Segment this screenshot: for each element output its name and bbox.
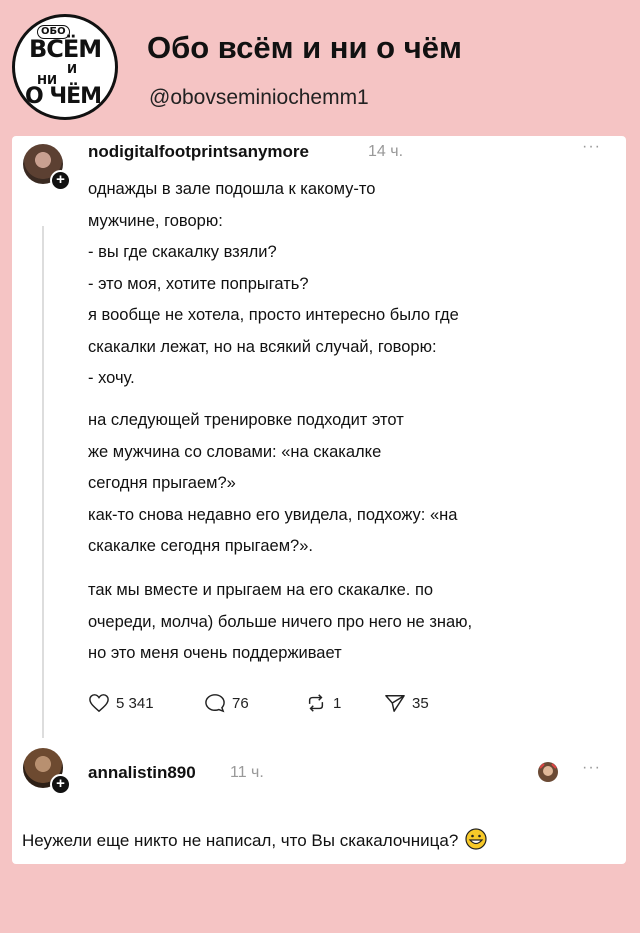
reply-time: 11 ч. xyxy=(230,764,264,781)
comment-button[interactable]: 76 xyxy=(204,693,249,713)
post-paragraph-3: так мы вместе и прыгаем на его скакалке.… xyxy=(88,581,473,662)
comment-icon xyxy=(205,694,225,713)
repost-button[interactable]: 1 xyxy=(305,693,341,713)
follow-plus-icon[interactable]: + xyxy=(50,170,71,191)
logo-text-3: И xyxy=(67,62,78,76)
post-more-icon[interactable]: ··· xyxy=(582,138,601,156)
repost-count: 1 xyxy=(333,694,342,712)
channel-header: ОБО ВСЁМ И НИ О ЧЁМ Обо всём и ни о чём … xyxy=(0,0,640,135)
post-body-3: так мы вместе и прыгаем на его скакалке.… xyxy=(88,575,618,670)
channel-handle[interactable]: @obovseminiochemm1 xyxy=(149,86,369,110)
logo-text-2: ВСЁМ xyxy=(29,35,102,63)
reply-follow-plus-icon[interactable]: + xyxy=(50,774,71,795)
post-time: 14 ч. xyxy=(368,143,404,160)
reply-sticker-icon xyxy=(536,760,560,789)
logo-text-5: О ЧЁМ xyxy=(25,84,102,109)
grinning-emoji-icon xyxy=(465,828,487,855)
share-count: 35 xyxy=(412,694,429,712)
post-paragraph-1: однажды в зале подошла к какому-то мужчи… xyxy=(88,180,459,387)
reply-username[interactable]: annalistin890 xyxy=(88,763,196,783)
heart-icon xyxy=(89,694,109,713)
channel-title: Обо всём и ни о чём xyxy=(147,30,462,65)
comment-count: 76 xyxy=(232,694,249,712)
like-button[interactable]: 5 341 xyxy=(88,693,154,713)
like-count: 5 341 xyxy=(116,694,154,712)
reply-text: Неужели еще никто не написал, что Вы ска… xyxy=(22,828,487,855)
reply-text-content: Неужели еще никто не написал, что Вы ска… xyxy=(22,831,459,850)
post-username[interactable]: nodigitalfootprintsanymore xyxy=(88,142,309,162)
send-icon xyxy=(385,695,405,712)
post-card: + nodigitalfootprintsanymore 14 ч. ··· о… xyxy=(12,136,626,864)
post-body-2: на следующей тренировке подходит этот же… xyxy=(88,405,618,563)
post-body: однажды в зале подошла к какому-то мужчи… xyxy=(88,174,618,395)
reply-more-icon[interactable]: ··· xyxy=(582,759,601,777)
post-paragraph-2: на следующей тренировке подходит этот же… xyxy=(88,411,458,555)
thread-line xyxy=(42,226,44,738)
channel-logo: ОБО ВСЁМ И НИ О ЧЁМ xyxy=(12,14,118,120)
share-button[interactable]: 35 xyxy=(384,693,429,713)
repost-icon xyxy=(308,694,324,712)
